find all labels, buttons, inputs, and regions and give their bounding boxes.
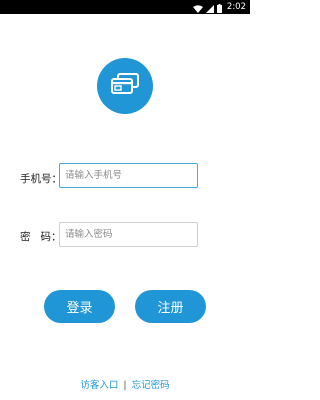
battery-icon — [216, 0, 222, 17]
guest-entry-link[interactable]: 访客入口 — [80, 377, 118, 391]
card-icon — [110, 72, 140, 100]
link-separator: | — [123, 380, 127, 391]
register-button[interactable]: 注册 — [135, 290, 206, 323]
phone-label: 手机号： — [20, 173, 62, 185]
app-logo — [97, 58, 153, 114]
signal-icon — [205, 0, 214, 17]
password-label: 密 码： — [20, 231, 62, 243]
status-bar: 2:02 — [0, 0, 250, 14]
password-input[interactable] — [59, 222, 198, 247]
login-button[interactable]: 登录 — [44, 290, 115, 323]
forgot-password-link[interactable]: 忘记密码 — [132, 377, 170, 391]
phone-input[interactable] — [59, 163, 198, 188]
status-time: 2:02 — [226, 2, 246, 12]
wifi-icon — [192, 0, 203, 17]
bottom-links: 访客入口 | 忘记密码 — [0, 377, 250, 391]
